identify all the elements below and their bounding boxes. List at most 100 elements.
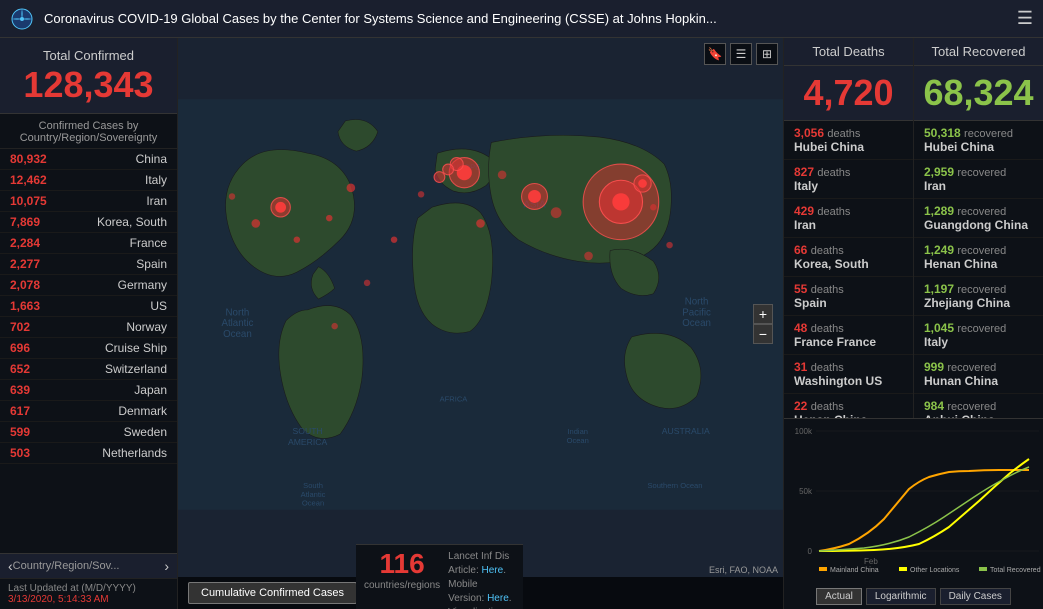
sidebar-country-name: US	[150, 299, 167, 313]
updated-date: 3/13/2020, 5:14:33 AM	[8, 594, 109, 605]
svg-text:Mainland China: Mainland China	[830, 567, 879, 574]
info-text: Lancet Inf Dis Article: Here. Mobile Ver…	[448, 550, 515, 609]
recovered-panel: Total Recovered 68,324 50,318 recoveredH…	[914, 38, 1043, 418]
deaths-list-item: 66 deathsKorea, South	[784, 238, 913, 277]
top-stats: Total Deaths 4,720 3,056 deathsHubei Chi…	[784, 38, 1043, 418]
sidebar-count: 617	[10, 404, 30, 418]
sidebar-country-name: Spain	[136, 257, 167, 271]
sidebar-country-name: Korea, South	[97, 215, 167, 229]
nav-label: Country/Region/Sov...	[13, 560, 165, 572]
sidebar-country-name: Switzerland	[105, 362, 167, 376]
recovered-list-item: 999 recoveredHunan China	[914, 355, 1043, 394]
sidebar-count: 503	[10, 446, 30, 460]
right-column: Total Deaths 4,720 3,056 deathsHubei Chi…	[783, 38, 1043, 609]
sidebar-section-title: Confirmed Cases by Country/Region/Sovere…	[0, 114, 177, 149]
lancet-link[interactable]: Here	[482, 565, 504, 576]
svg-text:Ocean: Ocean	[223, 329, 252, 340]
world-map: North Atlantic Ocean North Pacific Ocean…	[178, 38, 783, 571]
sidebar-country-name: Japan	[134, 383, 167, 397]
recovered-list: 50,318 recoveredHubei China2,959 recover…	[914, 121, 1043, 418]
sidebar-country-item[interactable]: 1,663 US	[0, 296, 177, 317]
total-confirmed-number: 128,343	[5, 67, 172, 103]
deaths-list-item: 22 deathsHenan China	[784, 394, 913, 418]
recovered-list-item: 1,045 recoveredItaly	[914, 316, 1043, 355]
recovered-list-item: 50,318 recoveredHubei China	[914, 121, 1043, 160]
sidebar-country-item[interactable]: 696Cruise Ship	[0, 338, 177, 359]
sidebar-country-item[interactable]: 702Norway	[0, 317, 177, 338]
sidebar-country-item[interactable]: 10,075Iran	[0, 191, 177, 212]
logarithmic-button[interactable]: Logarithmic	[866, 588, 936, 605]
svg-text:Feb: Feb	[864, 557, 878, 566]
deaths-list-item: 31 deathsWashington US	[784, 355, 913, 394]
sidebar-count: 696	[10, 341, 30, 355]
map-toolbar: 🔖 ☰ ⊞	[704, 43, 778, 65]
deaths-list-item: 55 deathsSpain	[784, 277, 913, 316]
info-section: 116 countries/regions Lancet Inf Dis Art…	[356, 544, 523, 609]
sidebar-count: 702	[10, 320, 30, 334]
svg-text:AFRICA: AFRICA	[440, 395, 469, 404]
svg-text:Southern Ocean: Southern Ocean	[647, 481, 702, 490]
map-container: 🔖 ☰ ⊞ North	[178, 38, 783, 609]
recovered-list-item: 1,289 recoveredGuangdong China	[914, 199, 1043, 238]
svg-text:North: North	[685, 297, 709, 308]
deaths-panel: Total Deaths 4,720 3,056 deathsHubei Chi…	[784, 38, 914, 418]
country-count: 116	[364, 550, 440, 578]
sidebar-country-item[interactable]: 2,277Spain	[0, 254, 177, 275]
recovered-header: Total Recovered	[914, 38, 1043, 66]
deaths-list-item: 429 deathsIran	[784, 199, 913, 238]
zoom-out-button[interactable]: −	[753, 324, 773, 344]
daily-cases-button[interactable]: Daily Cases	[940, 588, 1011, 605]
svg-text:50k: 50k	[799, 487, 813, 496]
deaths-list-item: 827 deathsItaly	[784, 160, 913, 199]
sidebar-country-name: Germany	[118, 278, 167, 292]
sidebar-country-item[interactable]: 599Sweden	[0, 422, 177, 443]
svg-text:100k: 100k	[795, 427, 813, 436]
menu-icon[interactable]: ☰	[1017, 8, 1033, 29]
sidebar-country-item[interactable]: 639 Japan	[0, 380, 177, 401]
sidebar-country-item[interactable]: 2,284France	[0, 233, 177, 254]
sidebar-nav: ‹ Country/Region/Sov... ›	[0, 553, 177, 578]
nav-right-arrow[interactable]: ›	[164, 558, 169, 574]
svg-text:South: South	[303, 481, 323, 490]
sidebar-count: 639	[10, 383, 30, 397]
svg-text:Other Locations: Other Locations	[910, 567, 960, 574]
mobile-link[interactable]: Here	[487, 593, 509, 604]
svg-text:Atlantic: Atlantic	[221, 318, 253, 329]
grid-icon[interactable]: ⊞	[756, 43, 778, 65]
sidebar-country-name: Sweden	[124, 425, 167, 439]
map-attribution: Esri, FAO, NOAA	[709, 565, 778, 575]
svg-text:Total Recovered: Total Recovered	[990, 567, 1041, 574]
country-list: 80,932China12,462Italy10,075Iran7,869Kor…	[0, 149, 177, 553]
info-text-1: Lancet Inf Dis Article: Here. Mobile Ver…	[448, 551, 512, 609]
sidebar-country-item[interactable]: 652Switzerland	[0, 359, 177, 380]
sidebar-country-item[interactable]: 503Netherlands	[0, 443, 177, 464]
sidebar-country-item[interactable]: 7,869Korea, South	[0, 212, 177, 233]
actual-button[interactable]: Actual	[816, 588, 862, 605]
app-title: Coronavirus COVID-19 Global Cases by the…	[44, 11, 1017, 26]
svg-text:0: 0	[808, 547, 813, 556]
app-logo	[10, 7, 34, 31]
sidebar-country-name: Iran	[146, 194, 167, 208]
app-header: Coronavirus COVID-19 Global Cases by the…	[0, 0, 1043, 38]
sidebar-country-item[interactable]: 80,932China	[0, 149, 177, 170]
sidebar-count: 1,663	[10, 299, 40, 313]
list-icon[interactable]: ☰	[730, 43, 752, 65]
sidebar-country-name: Denmark	[118, 404, 167, 418]
svg-text:Ocean: Ocean	[682, 318, 711, 329]
sidebar: Total Confirmed 128,343 Confirmed Cases …	[0, 38, 178, 609]
sidebar-country-item[interactable]: 2,078Germany	[0, 275, 177, 296]
sidebar-country-item[interactable]: 12,462Italy	[0, 170, 177, 191]
sidebar-country-item[interactable]: 617 Denmark	[0, 401, 177, 422]
sidebar-count: 2,284	[10, 236, 40, 250]
sidebar-count: 12,462	[10, 173, 47, 187]
svg-text:North: North	[226, 307, 250, 318]
zoom-in-button[interactable]: +	[753, 304, 773, 324]
svg-text:Ocean: Ocean	[567, 436, 589, 445]
bookmark-icon[interactable]: 🔖	[704, 43, 726, 65]
map-tab-0[interactable]: Cumulative Confirmed Cases	[188, 582, 357, 604]
recovered-number: 68,324	[914, 66, 1043, 121]
updated-prefix: Last Updated at (M/D/YYYY)	[8, 583, 136, 594]
total-confirmed-label: Total Confirmed	[5, 48, 172, 63]
last-updated: Last Updated at (M/D/YYYY) 3/13/2020, 5:…	[0, 578, 177, 609]
main-layout: Total Confirmed 128,343 Confirmed Cases …	[0, 38, 1043, 609]
